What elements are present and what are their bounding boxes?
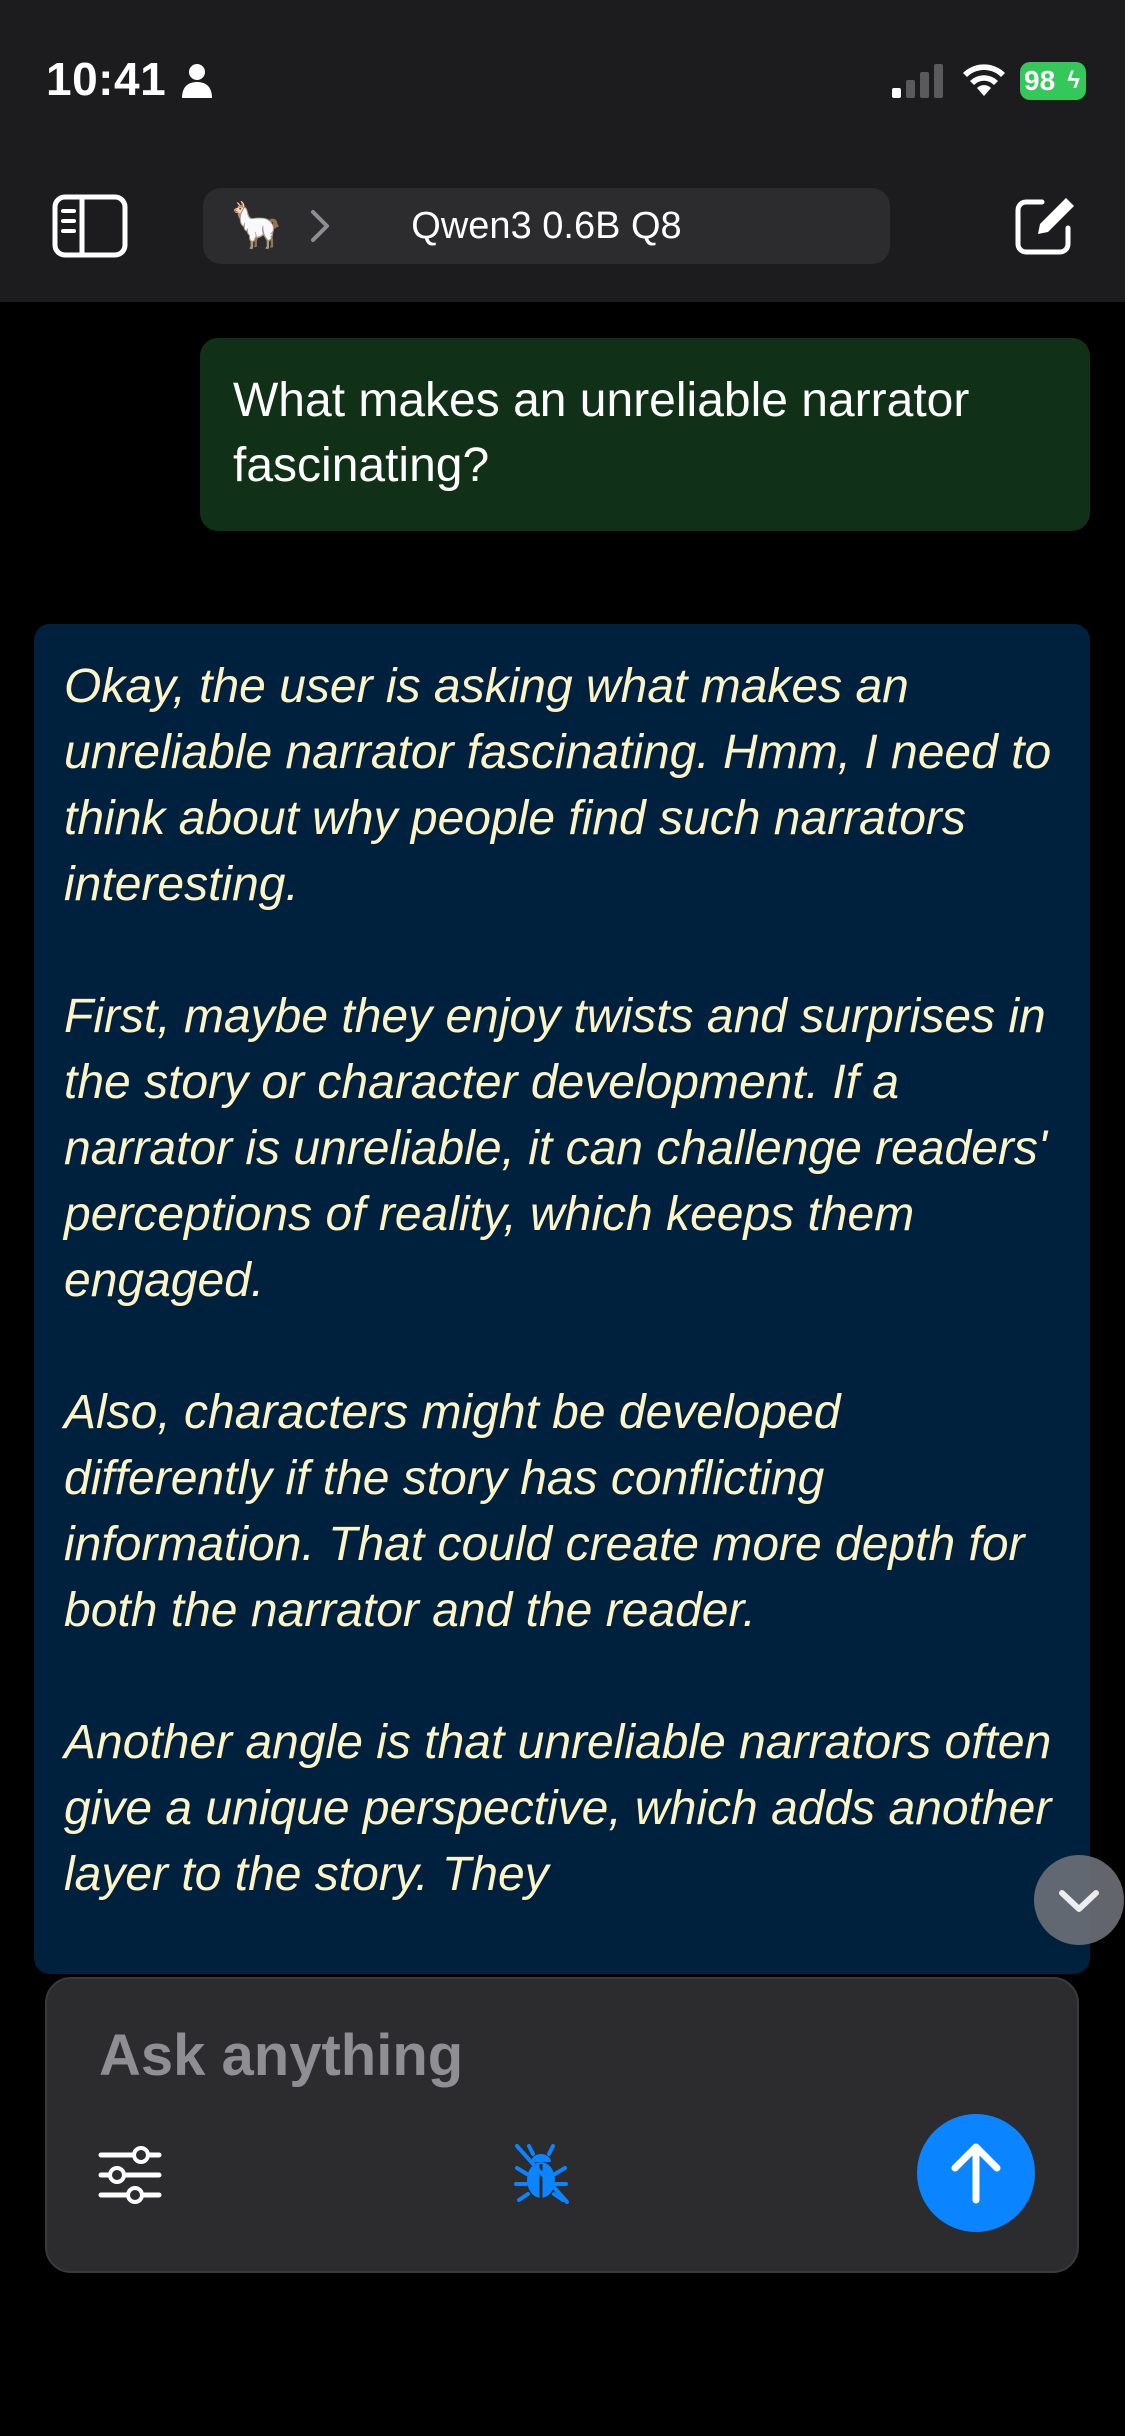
assistant-paragraph: First, maybe they enjoy twists and surpr… xyxy=(64,990,1061,1307)
model-name: Qwen3 0.6B Q8 xyxy=(411,205,682,247)
new-chat-button[interactable] xyxy=(1012,194,1076,258)
user-message: What makes an unreliable narrator fascin… xyxy=(200,338,1090,531)
nav-bar: 🦙 Qwen3 0.6B Q8 xyxy=(0,150,1125,302)
status-time: 10:41 xyxy=(46,53,167,105)
wifi-icon xyxy=(962,62,1006,98)
sidebar-toggle-button[interactable] xyxy=(52,194,128,258)
send-button[interactable] xyxy=(917,2114,1035,2232)
model-selector[interactable]: 🦙 Qwen3 0.6B Q8 xyxy=(203,188,890,264)
scroll-to-bottom-button[interactable] xyxy=(1034,1855,1124,1945)
chevron-right-icon xyxy=(309,208,331,244)
arrow-up-icon xyxy=(951,2143,1001,2204)
settings-button[interactable] xyxy=(97,2145,163,2205)
assistant-paragraph: Okay, the user is asking what makes an u… xyxy=(64,660,1065,911)
assistant-paragraph: Also, characters might be developed diff… xyxy=(64,1386,1038,1637)
charging-bolt-icon: ϟ xyxy=(1067,67,1080,94)
battery-indicator: 98 ϟ xyxy=(1020,62,1086,100)
person-icon xyxy=(180,62,214,100)
battery-level: 98 xyxy=(1024,65,1056,96)
bug-icon xyxy=(514,2144,569,2204)
sidebar-toggle-icon xyxy=(52,194,128,258)
message-input[interactable] xyxy=(99,2015,999,2095)
status-bar: 10:41 98 ϟ xyxy=(0,0,1125,150)
cellular-signal-icon xyxy=(892,62,944,100)
message-composer xyxy=(45,1977,1079,2273)
chevron-down-icon xyxy=(1059,1890,1099,1912)
top-area: 10:41 98 ϟ 🦙 Qwen3 0.6B Q8 xyxy=(0,0,1125,302)
llama-icon: 🦙 xyxy=(229,201,284,250)
new-chat-icon xyxy=(1015,198,1074,255)
sliders-icon xyxy=(98,2146,162,2204)
assistant-paragraph: Another angle is that unreliable narrato… xyxy=(64,1716,1065,1901)
debug-toggle-button[interactable] xyxy=(511,2142,571,2206)
assistant-message: Okay, the user is asking what makes an u… xyxy=(34,624,1090,1974)
